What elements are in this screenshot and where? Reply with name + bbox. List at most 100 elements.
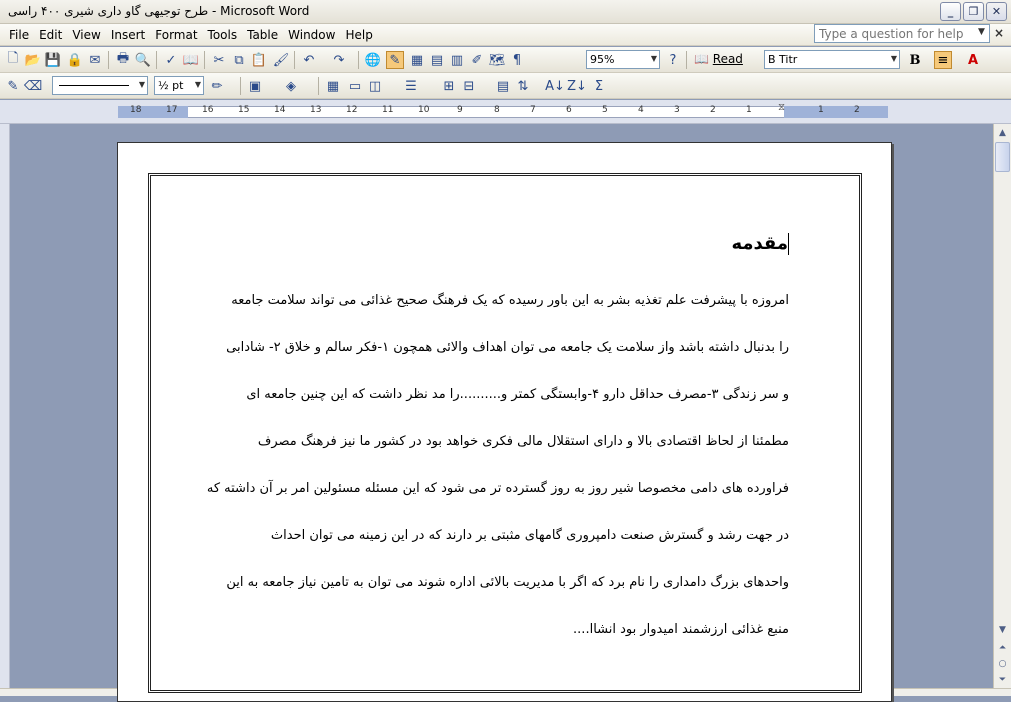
shading-color-icon[interactable]: ◈	[282, 77, 300, 95]
ruler-number: 1	[818, 105, 824, 115]
open-folder-icon[interactable]: 📂	[24, 51, 42, 69]
font-select[interactable]: B Titr ▼	[764, 50, 900, 69]
menu-file[interactable]: File	[4, 27, 34, 43]
align-icon[interactable]: ☰	[402, 77, 420, 95]
title-bar: طرح توجیهی گاو داری شیری ۴۰۰ راسی - Micr…	[0, 0, 1011, 24]
help-search-input[interactable]	[814, 24, 990, 43]
copy-icon[interactable]: ⧉	[230, 51, 248, 69]
border-color-icon[interactable]: ✏	[208, 77, 226, 95]
line-style-preview	[59, 85, 129, 86]
close-button[interactable]: ✕	[986, 2, 1007, 21]
bold-button[interactable]: B	[906, 51, 924, 69]
text-direction-icon[interactable]: ⇅	[514, 77, 532, 95]
menu-tools[interactable]: Tools	[203, 27, 243, 43]
scroll-down-icon[interactable]: ▼	[995, 622, 1010, 637]
line-style-select[interactable]: ▼	[52, 76, 148, 95]
paste-icon[interactable]: 📋	[250, 51, 268, 69]
paragraph-line: واحدهای بزرگ دامداری را نام برد که اگر ب…	[226, 575, 789, 590]
window-controls: _ ❐ ✕	[940, 2, 1007, 21]
select-browse-object-icon[interactable]: ○	[995, 656, 1010, 671]
vertical-ruler[interactable]	[0, 124, 10, 688]
columns-icon[interactable]: ▥	[448, 51, 466, 69]
restore-button[interactable]: ❐	[963, 2, 984, 21]
help-icon[interactable]: ?	[664, 51, 682, 69]
scroll-thumb[interactable]	[995, 142, 1010, 172]
sort-descending-icon[interactable]: Z↓	[567, 77, 587, 95]
align-right-icon[interactable]: ≡	[934, 51, 952, 69]
insert-table-icon[interactable]: ▦	[324, 77, 342, 95]
vertical-scrollbar[interactable]: ▲ ▼ ⏶ ○ ⏷	[993, 124, 1011, 688]
ruler-number: 7	[530, 105, 536, 115]
distribute-rows-icon[interactable]: ⊞	[440, 77, 458, 95]
email-icon[interactable]: ✉	[86, 51, 104, 69]
tables-borders-icon[interactable]: ✎	[386, 51, 404, 69]
ruler-number: 17	[166, 105, 178, 115]
horizontal-ruler[interactable]: 18 17 16 15 14 13 12 11 10 9 8 7 6 5 4 3…	[0, 100, 1011, 124]
insert-excel-icon[interactable]: ▤	[428, 51, 446, 69]
ruler-number: 6	[566, 105, 572, 115]
distribute-columns-icon[interactable]: ⊟	[460, 77, 478, 95]
paragraph-line: در جهت رشد و گسترش صنعت دامپروری گامهای …	[270, 528, 789, 543]
menu-edit[interactable]: Edit	[34, 27, 67, 43]
indent-marker-icon[interactable]: ⧖	[778, 102, 785, 113]
ruler-right-margin	[784, 106, 888, 118]
menu-view[interactable]: View	[67, 27, 105, 43]
paragraph-line: فراورده های دامی مخصوصا شیر روز به روز گ…	[206, 481, 789, 496]
sort-ascending-icon[interactable]: A↓	[545, 77, 565, 95]
merge-cells-icon[interactable]: ▭	[346, 77, 364, 95]
line-weight-select[interactable]: ½ pt ▼	[154, 76, 204, 95]
document-page[interactable]: مقدمه امروزه با پیشرفت علم تغذیه بشر به …	[117, 142, 892, 702]
format-painter-icon[interactable]: 🖌	[272, 51, 290, 69]
document-map-icon[interactable]: 🗺	[488, 51, 506, 69]
chevron-down-icon: ▼	[890, 54, 897, 63]
draw-table-icon[interactable]: ✎	[4, 77, 22, 95]
tables-borders-toolbar: ✎ ⌫ ▼ ½ pt ▼ ✏ ▣ ◈ ▦ ▭ ◫ ☰ ⊞ ⊟ ▤ ⇅ A↓ Z↓…	[0, 73, 1011, 99]
menu: File Edit View Insert Format Tools Table…	[4, 27, 378, 43]
standard-toolbar: 🗋 📂 💾 🔒 ✉ 🖶 🔍 ✓ 📖 ✂ ⧉ 📋 🖌 ↶ ↷ 🌐 ✎ ▦ ▤ ▥ …	[0, 47, 1011, 73]
research-icon[interactable]: 📖	[182, 51, 200, 69]
zoom-select[interactable]: 95% ▼	[586, 50, 660, 69]
cut-icon[interactable]: ✂	[210, 51, 228, 69]
menu-help[interactable]: Help	[340, 27, 377, 43]
save-icon[interactable]: 💾	[44, 51, 62, 69]
chevron-down-icon: ▼	[650, 54, 657, 63]
insert-table-icon[interactable]: ▦	[408, 51, 426, 69]
zoom-value: 95%	[590, 53, 615, 66]
spelling-icon[interactable]: ✓	[162, 51, 180, 69]
hyperlink-icon[interactable]: 🌐	[364, 51, 382, 69]
previous-page-icon[interactable]: ⏶	[995, 640, 1010, 655]
menu-window[interactable]: Window	[283, 27, 340, 43]
outside-border-icon[interactable]: ▣	[246, 77, 264, 95]
window-title: طرح توجیهی گاو داری شیری ۴۰۰ راسی - Micr…	[8, 4, 310, 18]
autosum-icon[interactable]: Σ	[590, 77, 608, 95]
paragraph-line: امروزه با پیشرفت علم تغذیه بشر به این با…	[231, 293, 789, 308]
font-color-icon[interactable]: A	[964, 51, 982, 69]
permission-icon[interactable]: 🔒	[66, 51, 84, 69]
menu-table[interactable]: Table	[242, 27, 283, 43]
help-dropdown-icon[interactable]: ▼	[978, 27, 985, 37]
new-document-icon[interactable]: 🗋	[4, 51, 22, 69]
menu-format[interactable]: Format	[150, 27, 202, 43]
paragraph-line: مطمئنا از لحاظ اقتصادی بالا و دارای استق…	[257, 434, 789, 449]
document-close-icon[interactable]: ×	[994, 26, 1004, 40]
text-cursor	[788, 233, 789, 255]
drawing-icon[interactable]: ✐	[468, 51, 486, 69]
undo-icon[interactable]: ↶	[300, 51, 318, 69]
show-hide-icon[interactable]: ¶	[508, 51, 526, 69]
ruler-number: 8	[494, 105, 500, 115]
menu-insert[interactable]: Insert	[106, 27, 150, 43]
ruler-number: 16	[202, 105, 214, 115]
read-button[interactable]: 📖 Read	[694, 52, 743, 66]
document-body[interactable]: مقدمه امروزه با پیشرفت علم تغذیه بشر به …	[170, 205, 789, 667]
read-label: Read	[712, 52, 743, 66]
autoformat-icon[interactable]: ▤	[494, 77, 512, 95]
minimize-button[interactable]: _	[940, 2, 961, 21]
next-page-icon[interactable]: ⏷	[995, 672, 1010, 687]
redo-icon[interactable]: ↷	[330, 51, 348, 69]
font-name: B Titr	[768, 53, 798, 66]
split-cells-icon[interactable]: ◫	[366, 77, 384, 95]
scroll-up-icon[interactable]: ▲	[995, 125, 1010, 140]
eraser-icon[interactable]: ⌫	[24, 77, 42, 95]
print-preview-icon[interactable]: 🔍	[134, 51, 152, 69]
print-icon[interactable]: 🖶	[114, 51, 132, 69]
